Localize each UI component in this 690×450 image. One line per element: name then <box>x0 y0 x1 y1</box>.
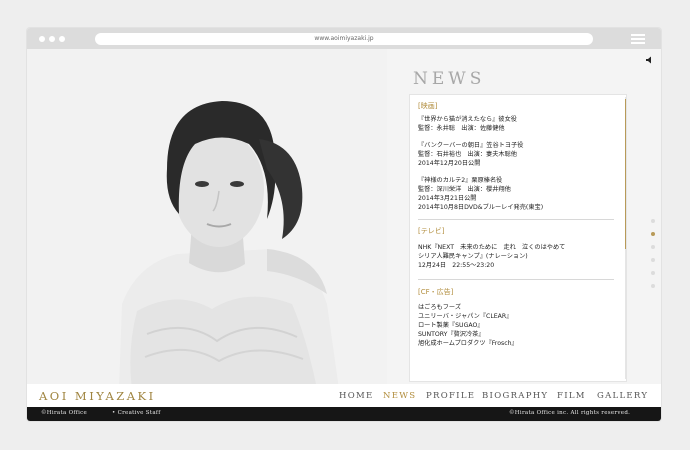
window-dot-icon[interactable] <box>39 36 45 42</box>
pager-dot-active[interactable] <box>651 232 655 236</box>
window-dot-icon[interactable] <box>49 36 55 42</box>
site-logo[interactable]: AOI MIYAZAKI <box>39 389 156 403</box>
news-line: 2014年3月21日公開 <box>418 195 477 202</box>
page-viewport: NEWS [映画] 『世界から猫が消えたなら』彼女役 監督：永井聡 出演：佐藤健… <box>27 49 661 421</box>
nav-home[interactable]: HOME <box>339 391 374 401</box>
pager-dot[interactable] <box>651 245 655 249</box>
hamburger-menu-icon[interactable] <box>631 34 645 44</box>
footer-hirata-link[interactable]: ©Hirata Office <box>41 410 87 416</box>
pager-dot[interactable] <box>651 271 655 275</box>
nav-profile[interactable]: PROFILE <box>426 391 475 401</box>
window-dot-icon[interactable] <box>59 36 65 42</box>
speaker-icon[interactable] <box>645 56 654 64</box>
scrollbar-thumb[interactable] <box>625 99 626 249</box>
footer-copyright: ©Hirata Office inc. All rights reserved. <box>509 410 631 416</box>
news-line: 12月24日 22:55〜23:20 <box>418 262 495 269</box>
nav-news[interactable]: NEWS <box>383 391 416 401</box>
news-line: ユニリーバ・ジャパン『CLEAR』 <box>418 313 513 320</box>
news-line: はごろもフーズ <box>418 304 462 311</box>
news-line: シリア人難民キャンプ』(ナレーション) <box>418 253 528 260</box>
address-bar[interactable]: www.aoimiyazaki.jp <box>95 33 593 45</box>
news-line: 監督：永井聡 出演：佐藤健他 <box>418 125 505 132</box>
browser-window: www.aoimiyazaki.jp NEWS [映画] 『世界から猫が消えたな… <box>27 28 661 421</box>
category-label-tv: [テレビ] <box>418 227 445 235</box>
section-divider <box>418 279 614 280</box>
pager-dot[interactable] <box>651 284 655 288</box>
nav-gallery[interactable]: GALLERY <box>597 391 648 401</box>
news-line: 『神様のカルテ2』栗原榛名役 <box>418 177 503 184</box>
browser-toolbar: www.aoimiyazaki.jp <box>27 28 661 49</box>
news-heading: NEWS <box>413 69 486 89</box>
category-label-film: [映画] <box>418 102 438 110</box>
section-divider <box>418 219 614 220</box>
footer-creative-staff-link[interactable]: • Creative Staff <box>112 410 161 416</box>
nav-biography[interactable]: BIOGRAPHY <box>482 391 548 401</box>
news-line: ロート製薬『SUGAO』 <box>418 322 484 329</box>
nav-film[interactable]: FILM <box>557 391 586 401</box>
news-line: 監督：深川栄洋 出演：櫻井翔他 <box>418 186 511 193</box>
news-line: 旭化成ホームプロダクツ『Frosch』 <box>418 340 518 347</box>
news-line: SUNTORY『贅沢冷茶』 <box>418 331 485 338</box>
site-footer: ©Hirata Office • Creative Staff ©Hirata … <box>27 407 661 421</box>
news-line: 『世界から猫が消えたなら』彼女役 <box>418 116 517 123</box>
news-line: 監督：石井裕也 出演：妻夫木聡他 <box>418 151 517 158</box>
news-line: 『バンクーバーの朝日』笠谷トヨ子役 <box>418 142 524 149</box>
pager-dot[interactable] <box>651 258 655 262</box>
news-line: 2014年10月8日DVD&ブルーレイ発売(東宝) <box>418 204 544 211</box>
category-label-cf: [CF・広告] <box>418 288 454 296</box>
news-panel[interactable]: [映画] 『世界から猫が消えたなら』彼女役 監督：永井聡 出演：佐藤健他 『バン… <box>409 94 627 382</box>
news-line: NHK『NEXT 未来のために 走れ 泣くのはやめて <box>418 244 566 251</box>
news-line: 2014年12月20日公開 <box>418 160 481 167</box>
portrait-photo <box>27 49 387 389</box>
site-navbar: AOI MIYAZAKI HOME NEWS PROFILE BIOGRAPHY… <box>27 384 661 407</box>
pager-dot[interactable] <box>651 219 655 223</box>
